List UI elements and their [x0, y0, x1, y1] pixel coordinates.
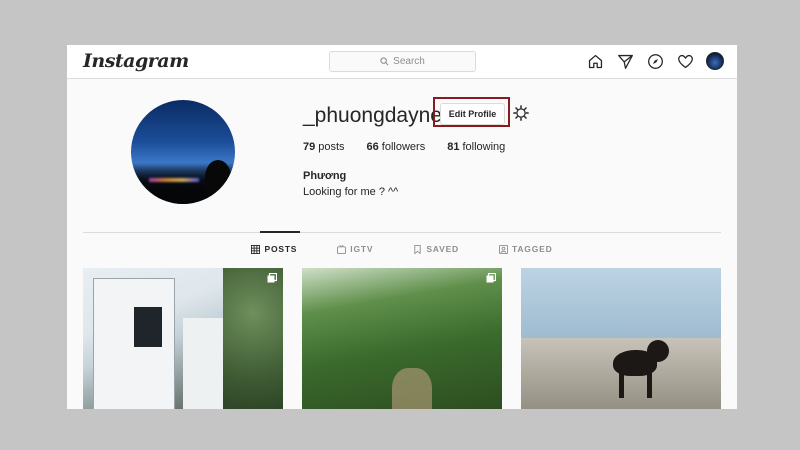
- following-stat[interactable]: 81 following: [447, 141, 505, 153]
- profile-tabs: POSTS IGTV SAVED TAGGED: [67, 244, 737, 254]
- post-thumbnail[interactable]: [83, 268, 283, 409]
- profile-picture[interactable]: [131, 100, 235, 204]
- followers-count: 66: [366, 141, 379, 153]
- posts-label: posts: [318, 141, 345, 153]
- active-tab-indicator: [260, 231, 300, 233]
- following-label: following: [462, 141, 506, 153]
- top-navigation-bar: Instagram Search: [67, 45, 737, 79]
- following-count: 81: [447, 141, 460, 153]
- photo-wall: [521, 268, 721, 348]
- followers-stat[interactable]: 66 followers: [367, 141, 426, 153]
- photo-path: [392, 368, 432, 409]
- photo-tree: [223, 268, 283, 409]
- photo-dog-leg: [619, 372, 624, 398]
- home-icon[interactable]: [585, 51, 605, 71]
- profile-full-name: Phương: [303, 170, 347, 182]
- tag-icon: [498, 244, 508, 254]
- multiple-photos-icon: [486, 273, 496, 283]
- edit-profile-button[interactable]: Edit Profile: [440, 103, 505, 125]
- posts-stat: 79 posts: [303, 141, 345, 153]
- tab-posts[interactable]: POSTS: [251, 244, 297, 254]
- nav-icons: [585, 51, 725, 71]
- search-placeholder: Search: [393, 56, 425, 67]
- profile-stats: 79 posts 66 followers 81 following: [303, 141, 527, 153]
- profile-avatar[interactable]: [705, 51, 725, 71]
- tab-igtv[interactable]: IGTV: [337, 244, 373, 254]
- tab-igtv-label: IGTV: [350, 244, 374, 254]
- profile-username: _phuongdayne_: [303, 104, 454, 127]
- grid-icon: [251, 244, 261, 254]
- photo-dog-leg: [647, 372, 652, 398]
- photo-tree-silhouette: [205, 160, 231, 194]
- search-input[interactable]: Search: [329, 51, 476, 72]
- tv-icon: [337, 244, 347, 254]
- multiple-photos-icon: [267, 273, 277, 283]
- photo-city-lights: [149, 178, 199, 182]
- posts-grid: [83, 268, 721, 409]
- search-icon: [380, 57, 389, 66]
- photo-building-2: [183, 318, 228, 409]
- tab-posts-label: POSTS: [264, 244, 298, 254]
- tab-tagged[interactable]: TAGGED: [498, 244, 553, 254]
- avatar: [706, 52, 724, 70]
- direct-icon[interactable]: [615, 51, 635, 71]
- posts-count: 79: [303, 141, 316, 153]
- post-thumbnail[interactable]: [521, 268, 721, 409]
- photo-window: [134, 307, 162, 347]
- explore-icon[interactable]: [645, 51, 665, 71]
- activity-icon[interactable]: [675, 51, 695, 71]
- post-thumbnail[interactable]: [302, 268, 502, 409]
- tab-tagged-label: TAGGED: [511, 244, 553, 254]
- tabs-divider: [83, 232, 721, 233]
- instagram-window: Instagram Search _phuongdayne_ Edit Prof…: [67, 45, 737, 409]
- followers-label: followers: [381, 141, 426, 153]
- settings-gear-icon[interactable]: [512, 104, 530, 122]
- profile-bio: Looking for me ? ^^: [303, 186, 399, 198]
- bookmark-icon: [414, 244, 421, 254]
- photo-dog-head: [647, 340, 669, 362]
- tab-saved[interactable]: SAVED: [413, 244, 459, 254]
- photo-building: [93, 278, 175, 409]
- tab-saved-label: SAVED: [426, 244, 459, 254]
- instagram-logo[interactable]: Instagram: [83, 50, 189, 72]
